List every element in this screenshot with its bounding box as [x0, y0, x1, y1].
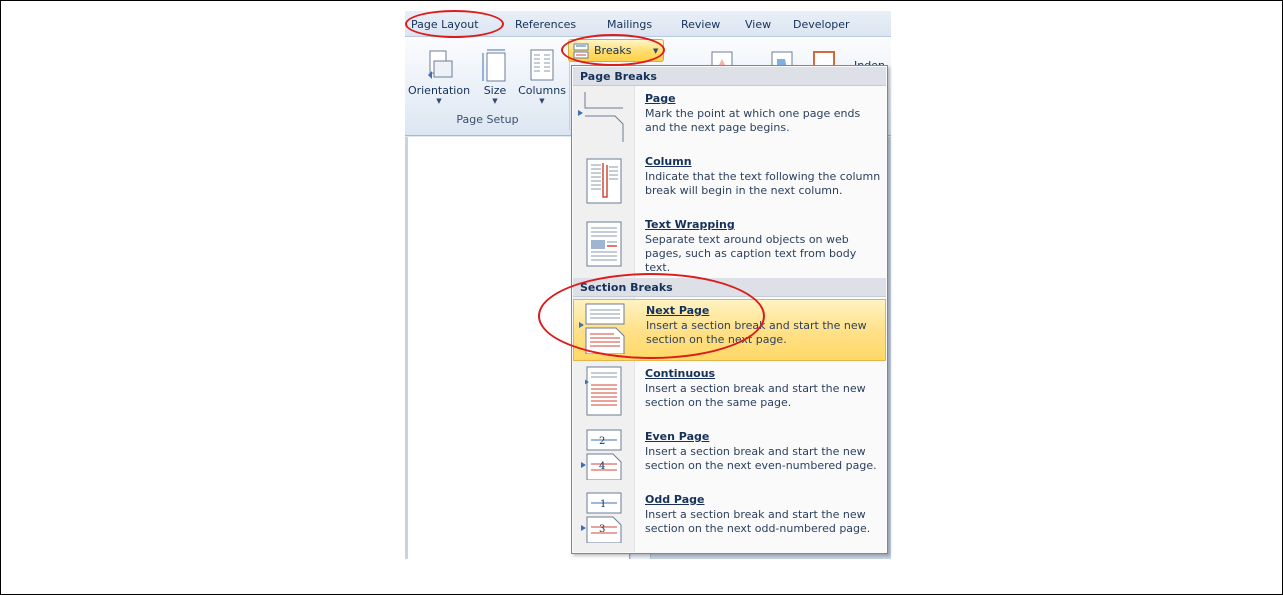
text-wrapping-icon [586, 221, 622, 267]
menu-item-title: Even Page [645, 430, 710, 443]
tab-references[interactable]: References [515, 18, 576, 31]
menu-item-text-wrapping-break[interactable]: Text Wrapping Separate text around objec… [573, 214, 886, 276]
odd-page-number-3: 3 [599, 524, 605, 535]
menu-item-even-page[interactable]: 2 4 Even Page Insert a section break and… [573, 426, 886, 488]
screenshot-frame: Page Layout References Mailings Review V… [0, 0, 1283, 595]
orientation-label: Orientation [407, 84, 471, 97]
tab-mailings[interactable]: Mailings [607, 18, 652, 31]
chevron-down-icon: ▼ [492, 97, 498, 105]
annotation-ellipse-page-layout [405, 10, 504, 38]
page-size-icon [482, 49, 506, 82]
menu-item-description: Mark the point at which one page ends an… [645, 107, 861, 134]
orientation-icon [428, 50, 453, 79]
odd-page-number-1: 1 [600, 499, 606, 510]
menu-item-title: Continuous [645, 367, 716, 380]
even-page-number-4: 4 [599, 461, 605, 472]
menu-item-column-break[interactable]: Column Indicate that the text following … [573, 151, 886, 213]
chevron-down-icon: ▼ [436, 97, 442, 105]
menu-item-description: Insert a section break and start the new… [645, 382, 866, 409]
menu-item-title: Column [645, 155, 692, 168]
menu-item-title: Page [645, 92, 676, 105]
page-break-icon [578, 92, 624, 142]
continuous-icon [585, 366, 622, 416]
page-setup-group-label: Page Setup [456, 113, 519, 126]
tab-developer[interactable]: Developer [793, 18, 850, 31]
odd-page-icon: 1 3 [581, 492, 622, 543]
menu-item-description: Indicate that the text following the col… [645, 170, 881, 197]
menu-item-description: Insert a section break and start the new… [645, 445, 877, 472]
menu-item-odd-page[interactable]: 1 3 Odd Page Insert a section break and … [573, 489, 886, 551]
menu-item-description: Separate text around objects on web page… [645, 233, 857, 274]
menu-item-description: Insert a section break and start the new… [645, 508, 871, 535]
even-page-icon: 2 4 [581, 429, 622, 480]
size-label: Size [483, 84, 507, 97]
chevron-down-icon: ▼ [539, 97, 545, 105]
column-break-icon [586, 158, 622, 204]
columns-icon [530, 49, 554, 81]
annotation-ellipse-next-page [538, 273, 765, 359]
tab-review[interactable]: Review [681, 18, 720, 31]
columns-label: Columns [518, 84, 566, 97]
menu-item-continuous[interactable]: Continuous Insert a section break and st… [573, 363, 886, 425]
menu-item-page-break[interactable]: Page Mark the point at which one page en… [573, 88, 886, 150]
page-breaks-header: Page Breaks [573, 67, 886, 86]
even-page-number-2: 2 [599, 436, 605, 447]
annotation-ellipse-breaks [561, 34, 665, 66]
menu-item-title: Text Wrapping [645, 218, 735, 231]
tab-view[interactable]: View [745, 18, 771, 31]
menu-item-title: Odd Page [645, 493, 705, 506]
